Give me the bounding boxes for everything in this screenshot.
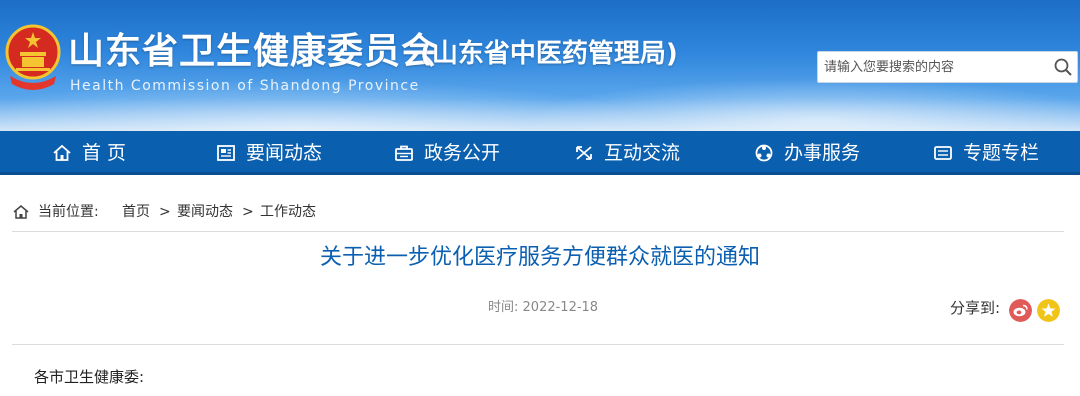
article-title: 关于进一步优化医疗服务方便群众就医的通知 <box>319 245 760 270</box>
site-header: 山东省卫生健康委员会 (山东省中医药管理局) Health Commission… <box>0 0 1080 131</box>
site-english-name: Health Commission of Shandong Province <box>70 78 420 94</box>
qzone-share-icon[interactable] <box>1037 299 1060 322</box>
site-title[interactable]: 山东省卫生健康委员会 <box>68 30 438 74</box>
home-icon <box>13 205 29 219</box>
site-subtitle: (山东省中医药管理局) <box>420 39 678 69</box>
breadcrumb-work-news-link[interactable]: 工作动态 <box>260 204 316 220</box>
article-greeting: 各市卫生健康委: <box>34 368 145 386</box>
divider <box>12 231 1064 232</box>
breadcrumb-separator: > <box>242 204 254 220</box>
article-meta: 时间: 2022-12-18 <box>488 298 598 318</box>
main-nav: 首 页 要闻动态 政务公开 互动交流 办事服务 专题专栏 <box>0 131 1080 175</box>
nav-label: 办事服务 <box>784 142 861 164</box>
nav-label: 政务公开 <box>424 142 501 164</box>
publish-date: 2022-12-18 <box>522 300 599 315</box>
nav-label: 要闻动态 <box>246 142 323 164</box>
nav-label: 互动交流 <box>604 142 681 164</box>
breadcrumb-separator: > <box>159 204 171 220</box>
breadcrumb-home-link[interactable]: 首页 <box>122 204 150 220</box>
nav-label: 专题专栏 <box>963 142 1040 164</box>
home-icon <box>53 144 71 161</box>
weibo-share-icon[interactable] <box>1009 299 1032 322</box>
service-icon <box>755 144 773 162</box>
exchange-icon <box>576 146 592 160</box>
search-box <box>817 51 1078 83</box>
breadcrumb-prefix: 当前位置: <box>38 204 99 220</box>
briefcase-icon <box>395 145 413 161</box>
newspaper-icon <box>217 145 235 161</box>
national-emblem-icon <box>5 24 61 90</box>
column-icon <box>934 146 952 160</box>
search-input[interactable] <box>824 52 1046 82</box>
breadcrumb-news-link[interactable]: 要闻动态 <box>177 204 233 220</box>
search-icon[interactable] <box>1053 57 1073 77</box>
time-label: 时间: <box>488 300 519 315</box>
share-label: 分享到: <box>950 299 1001 317</box>
divider <box>12 344 1064 345</box>
nav-label: 首 页 <box>82 142 127 164</box>
